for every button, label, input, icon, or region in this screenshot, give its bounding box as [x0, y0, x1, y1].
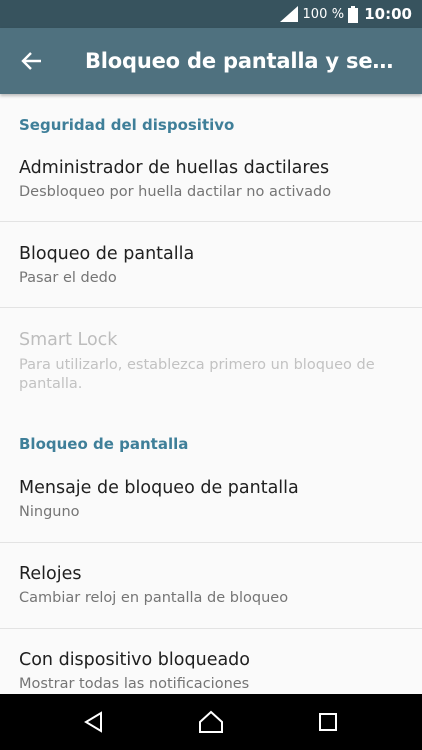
recents-icon [318, 712, 338, 732]
setting-title: Con dispositivo bloqueado [19, 650, 250, 670]
nav-home-button[interactable] [191, 702, 231, 742]
setting-fingerprint-manager[interactable]: Administrador de huellas dactilares Desb… [0, 146, 422, 222]
setting-title: Mensaje de bloqueo de pantalla [19, 478, 299, 498]
status-bar: 100 % 10:00 [0, 0, 422, 28]
setting-summary: Mostrar todas las notificaciones [19, 676, 250, 692]
settings-screen: 100 % 10:00 Bloqueo de pantalla y seguri… [0, 0, 422, 750]
setting-title: Smart Lock [19, 330, 118, 350]
home-icon [198, 710, 224, 734]
navigation-bar [0, 694, 422, 750]
setting-title: Relojes [19, 564, 82, 584]
battery-icon [348, 5, 359, 23]
section-header-screen-lock: Bloqueo de pantalla [19, 435, 189, 453]
signal-icon [280, 6, 299, 22]
clock: 10:00 [364, 5, 412, 23]
setting-clocks[interactable]: Relojes Cambiar reloj en pantalla de blo… [0, 543, 422, 629]
setting-summary: Pasar el dedo [19, 270, 117, 286]
status-icons: 100 % 10:00 [280, 0, 412, 28]
setting-summary: Desbloqueo por huella dactilar no activa… [19, 184, 332, 200]
setting-summary: Para utilizarlo, establezca primero un b… [19, 357, 375, 392]
page-title: Bloqueo de pantalla y seguridad [85, 49, 395, 73]
setting-smart-lock: Smart Lock Para utilizarlo, establezca p… [0, 308, 422, 408]
nav-back-button[interactable] [74, 702, 114, 742]
setting-lock-screen-message[interactable]: Mensaje de bloqueo de pantalla Ninguno [0, 462, 422, 542]
setting-title: Administrador de huellas dactilares [19, 158, 330, 178]
setting-title: Bloqueo de pantalla [19, 244, 195, 264]
section-header-device-security: Seguridad del dispositivo [19, 116, 235, 134]
setting-summary: Cambiar reloj en pantalla de bloqueo [19, 590, 289, 606]
settings-list: Seguridad del dispositivo Administrador … [0, 94, 422, 694]
nav-recents-button[interactable] [308, 702, 348, 742]
back-triangle-icon [83, 711, 105, 733]
battery-percentage: 100 % [302, 6, 345, 22]
setting-when-locked[interactable]: Con dispositivo bloqueado Mostrar todas … [0, 629, 422, 694]
back-button[interactable] [14, 43, 50, 79]
setting-summary: Ninguno [19, 504, 80, 520]
setting-screen-lock[interactable]: Bloqueo de pantalla Pasar el dedo [0, 222, 422, 308]
app-toolbar: Bloqueo de pantalla y seguridad [0, 28, 422, 94]
back-arrow-icon [21, 50, 43, 72]
